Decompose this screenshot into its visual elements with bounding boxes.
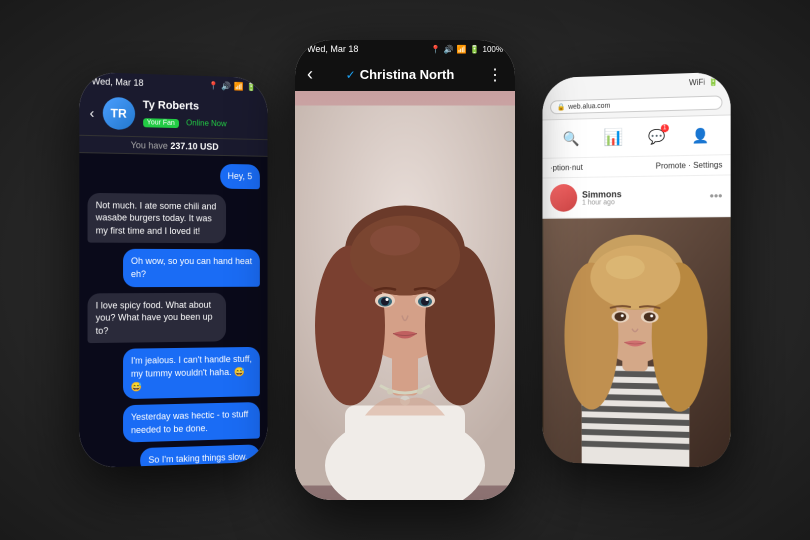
- page-header-left: ·ption·nut: [550, 163, 583, 172]
- message-bubble: I'm jealous. I can't handle stuff, my tu…: [123, 347, 260, 399]
- contact-info: Ty Roberts Your Fan Online Now: [143, 99, 258, 132]
- profile-icon: 👤: [692, 127, 710, 145]
- right-battery-icon: 🔋: [708, 77, 718, 86]
- right-screen: WiFi 🔋 🔒 web.alua.com 🔍 📊: [542, 72, 730, 469]
- profile-name: Christina North: [360, 67, 455, 82]
- url-text: web.alua.com: [568, 102, 610, 110]
- profile-svg: [295, 91, 515, 500]
- right-status-icons: WiFi 🔋: [689, 77, 718, 87]
- message-avatar: [550, 184, 577, 212]
- right-photo-svg: [542, 217, 730, 468]
- contact-avatar: TR: [102, 97, 134, 130]
- center-status-icons: 📍 🔊 📶 🔋 100%: [431, 45, 503, 54]
- stats-icon: 📊: [604, 127, 624, 147]
- left-status-icons: 📍 🔊 📶 🔋: [209, 81, 256, 91]
- more-options-button[interactable]: ⋮: [487, 65, 503, 85]
- balance-amount: 237.10 USD: [170, 141, 218, 152]
- left-status-date: Wed, Mar 18: [92, 76, 144, 88]
- url-bar[interactable]: 🔒 web.alua.com: [550, 95, 722, 114]
- right-photo: [542, 217, 730, 468]
- signal-icon2: 📶: [457, 45, 467, 54]
- profile-title-area: ✓ Christina North: [313, 67, 487, 82]
- message-time: 1 hour ago: [582, 198, 705, 206]
- battery-icon: 🔋: [246, 82, 256, 91]
- left-screen: Wed, Mar 18 📍 🔊 📶 🔋 ‹ TR Ty Roberts Your…: [79, 72, 267, 469]
- left-phone: Wed, Mar 18 📍 🔊 📶 🔋 ‹ TR Ty Roberts Your…: [79, 72, 267, 469]
- lock-icon: 🔒: [557, 103, 565, 111]
- fan-badge: Your Fan: [143, 118, 179, 128]
- profile-image: [295, 91, 515, 500]
- chat-header: ‹ TR Ty Roberts Your Fan Online Now: [79, 90, 267, 140]
- balance-label: You have: [131, 140, 168, 151]
- stats-nav-button[interactable]: 📊: [600, 123, 628, 152]
- main-scene: Wed, Mar 18 📍 🔊 📶 🔋 ‹ TR Ty Roberts Your…: [0, 0, 810, 540]
- online-status: Online Now: [186, 118, 227, 128]
- message-bubble: So I'm taking things slow...: [140, 445, 260, 469]
- messages-nav-button[interactable]: 💬 1: [643, 122, 671, 151]
- volume-icon: 🔊: [221, 81, 231, 90]
- battery-percent: 100%: [483, 45, 503, 54]
- notification-badge: 1: [661, 124, 669, 132]
- battery-icon2: 🔋: [470, 45, 480, 54]
- contact-badges: Your Fan Online Now: [143, 111, 258, 132]
- center-screen: Wed, Mar 18 📍 🔊 📶 🔋 100% ‹ ✓ Christina N…: [295, 40, 515, 500]
- location-icon: 📍: [209, 81, 219, 90]
- right-phone: WiFi 🔋 🔒 web.alua.com 🔍 📊: [542, 72, 730, 469]
- message-info: Simmons 1 hour ago: [582, 188, 705, 207]
- back-button[interactable]: ‹: [90, 105, 95, 121]
- center-status-date: Wed, Mar 18: [307, 44, 358, 54]
- chat-area: Hey, 5 Not much. I ate some chili and wa…: [79, 153, 267, 468]
- message-bubble: Oh wow, so you can hand heat eh?: [123, 249, 260, 287]
- message-preview[interactable]: Simmons 1 hour ago •••: [542, 175, 730, 218]
- search-icon: 🔍: [563, 130, 580, 147]
- profile-header: ‹ ✓ Christina North ⋮: [295, 58, 515, 91]
- message-bubble: Hey, 5: [220, 164, 260, 189]
- location-icon2: 📍: [431, 45, 441, 54]
- message-bubble: Yesterday was hectic - to stuff needed t…: [123, 402, 260, 443]
- volume-icon2: 🔊: [444, 45, 454, 54]
- signal-icon: 📶: [234, 81, 244, 90]
- verified-icon: ✓: [346, 68, 356, 82]
- browser-nav: 🔍 📊 💬 1 👤: [542, 115, 730, 158]
- message-bubble: I love spicy food. What about you? What …: [88, 292, 227, 343]
- center-phone: Wed, Mar 18 📍 🔊 📶 🔋 100% ‹ ✓ Christina N…: [295, 40, 515, 500]
- message-bubble: Not much. I ate some chili and wasabe bu…: [88, 192, 227, 243]
- message-options[interactable]: •••: [710, 189, 723, 203]
- wifi-icon: WiFi: [689, 77, 705, 87]
- profile-nav-button[interactable]: 👤: [686, 121, 714, 150]
- page-header-right: Promote · Settings: [656, 160, 723, 170]
- center-status-bar: Wed, Mar 18 📍 🔊 📶 🔋 100%: [295, 40, 515, 58]
- search-nav-button[interactable]: 🔍: [558, 124, 585, 152]
